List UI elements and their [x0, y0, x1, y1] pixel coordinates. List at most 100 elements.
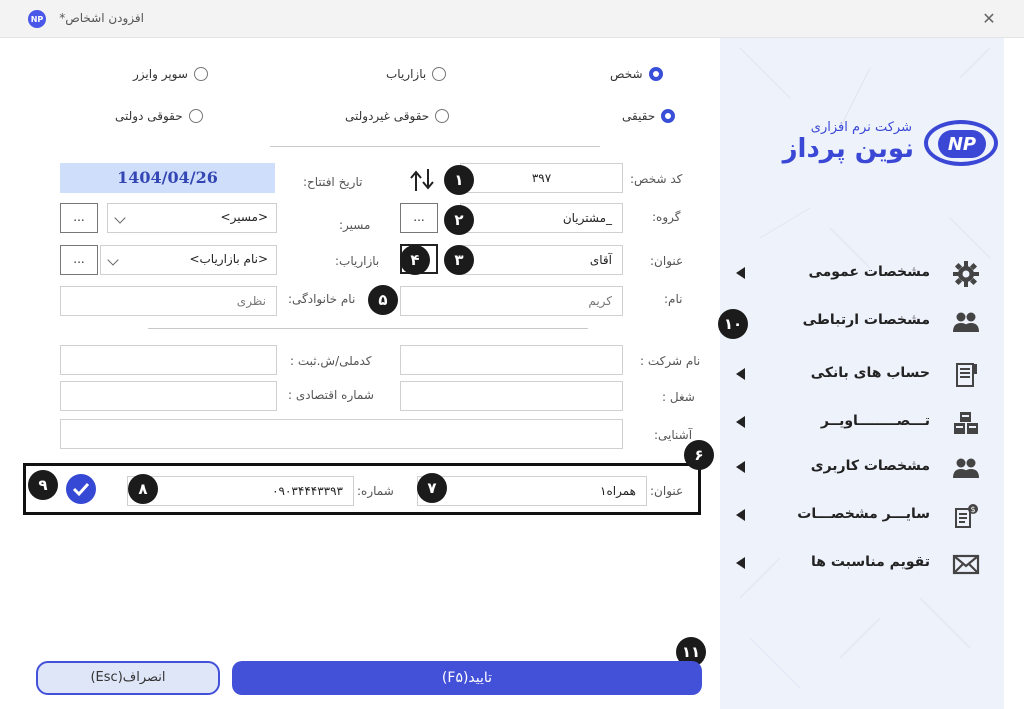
radio-label: شخص [610, 67, 643, 81]
radio-dot [661, 109, 676, 123]
last-name-field[interactable]: نظری [60, 286, 277, 316]
sidebar-item-label: مشخصات کاربری [810, 458, 930, 474]
images-icon [954, 412, 978, 434]
last-name-label: نام خانوادگی: [288, 292, 356, 306]
sidebar-item-other[interactable]: $ سایـــر مشخصـــات [720, 500, 1004, 532]
document-dollar-icon: $ [955, 504, 978, 528]
radio-dot [435, 109, 450, 123]
arrow-left-icon [736, 461, 745, 473]
arrow-left-icon [736, 509, 745, 521]
users-icon [953, 312, 979, 332]
ledger-icon [956, 363, 977, 387]
job-label: شغل : [662, 390, 695, 404]
economic-code-label: شماره اقتصادی : [288, 388, 374, 402]
sidebar-item-calendar[interactable]: تقویم مناسبت ها [720, 548, 1004, 580]
company-field[interactable] [400, 345, 623, 375]
annotation-badge: ۵ [368, 285, 398, 315]
annotation-badge: ۱ [444, 165, 474, 195]
radio-label: حقوقی غیردولتی [345, 109, 430, 123]
sidebar-item-label: سایـــر مشخصـــات [797, 506, 930, 522]
divider [270, 146, 600, 147]
group-picker-button[interactable]: ... [400, 203, 438, 233]
sidebar-item-general[interactable]: مشخصات عمومی [720, 258, 1004, 290]
acquaintance-label: آشنایی: [654, 428, 693, 442]
route-select-value: <مسیر> [220, 210, 268, 224]
radio-individual[interactable]: حقیقی [622, 106, 676, 126]
sidebar-item-label: تـــصــــــــاویــر [820, 413, 930, 429]
chevron-down-icon [107, 254, 119, 266]
confirm-button[interactable]: تایید(F۵) [232, 661, 702, 695]
person-code-label: کد شخص: [630, 172, 683, 186]
radio-person[interactable]: شخص [610, 64, 663, 84]
radio-dot [188, 109, 203, 123]
opening-date-value[interactable]: 1404/04/26 [60, 163, 275, 193]
route-label: مسیر: [339, 218, 371, 232]
marketer-picker-button[interactable]: ... [60, 245, 98, 275]
window-title: افزودن اشخاص* [59, 11, 144, 25]
title-bar: NP افزودن اشخاص* ✕ [0, 0, 1024, 38]
brand-company-line: شرکت نرم افزاری [810, 120, 912, 135]
sidebar-item-bank-accounts[interactable]: حساب های بانکی [720, 359, 1004, 391]
brand-mark-text: NP [938, 130, 986, 158]
radio-supervisor[interactable]: سوپر وایزر [133, 64, 208, 84]
first-name-label: نام: [664, 292, 683, 306]
gear-icon [953, 261, 979, 287]
user-group-icon [953, 458, 979, 478]
arrow-left-icon [736, 557, 745, 569]
app-logo-icon: NP [28, 10, 46, 28]
acquaintance-field[interactable] [60, 419, 623, 449]
arrow-left-icon [736, 368, 745, 380]
marketer-select[interactable]: <نام بازاریاب> [100, 245, 277, 275]
cancel-button[interactable]: انصراف(Esc) [36, 661, 220, 695]
radio-label: بازاریاب [386, 67, 427, 81]
radio-marketer[interactable]: بازاریاب [386, 64, 447, 84]
national-id-field[interactable] [60, 345, 277, 375]
annotation-badge: ۴ [400, 245, 430, 275]
first-name-field[interactable]: کریم [400, 286, 623, 316]
sidebar-item-contact[interactable]: مشخصات ارتباطی [720, 306, 1004, 338]
radio-label: حقوقی دولتی [115, 109, 183, 123]
sidebar-item-label: مشخصات ارتباطی [802, 312, 930, 328]
sidebar-item-user-info[interactable]: مشخصات کاربری [720, 452, 1004, 484]
radio-dot [432, 67, 447, 81]
annotation-badge: ۷ [417, 473, 447, 503]
contact-title-field[interactable]: همراه۱ [417, 476, 647, 506]
radio-label: سوپر وایزر [133, 67, 188, 81]
swap-arrows-icon[interactable] [407, 165, 437, 195]
sidebar-item-label: حساب های بانکی [810, 365, 930, 381]
divider [148, 328, 588, 329]
job-field[interactable] [400, 381, 623, 411]
company-label: نام شرکت : [640, 354, 701, 368]
radio-government-legal[interactable]: حقوقی دولتی [115, 106, 203, 126]
marketer-label: بازاریاب: [335, 254, 380, 268]
annotation-badge: ۶ [684, 440, 714, 470]
radio-dot [648, 67, 663, 81]
group-field[interactable]: _مشتریان [460, 203, 623, 233]
route-picker-button[interactable]: ... [60, 203, 98, 233]
close-icon[interactable]: ✕ [976, 6, 1002, 32]
arrow-left-icon [736, 267, 745, 279]
annotation-badge: ۹ [28, 470, 58, 500]
economic-code-field[interactable] [60, 381, 277, 411]
route-select[interactable]: <مسیر> [107, 203, 277, 233]
person-code-field[interactable]: ۳۹۷ [460, 163, 623, 193]
title-label: عنوان: [650, 254, 684, 268]
sidebar-item-images[interactable]: تـــصــــــــاویــر [720, 407, 1004, 439]
radio-dot [193, 67, 208, 81]
brand-mark-icon: NP [924, 120, 998, 166]
sidebar-item-label: تقویم مناسبت ها [811, 554, 930, 570]
arrow-left-icon [736, 416, 745, 428]
check-icon[interactable] [66, 474, 96, 504]
group-label: گروه: [652, 210, 681, 224]
envelope-icon [952, 554, 980, 575]
svg-text:$: $ [970, 505, 975, 514]
radio-private-legal[interactable]: حقوقی غیردولتی [345, 106, 450, 126]
contact-number-field[interactable]: ۰۹۰۳۴۴۴۳۳۹۳ [127, 476, 354, 506]
annotation-badge: ۳ [444, 245, 474, 275]
marketer-select-value: <نام بازاریاب> [189, 252, 268, 266]
contact-title-label: عنوان: [650, 484, 684, 498]
radio-label: حقیقی [622, 109, 656, 123]
chevron-down-icon [114, 212, 126, 224]
opening-date-label: تاریخ افتتاح: [303, 175, 363, 189]
title-field[interactable]: آقای [460, 245, 623, 275]
